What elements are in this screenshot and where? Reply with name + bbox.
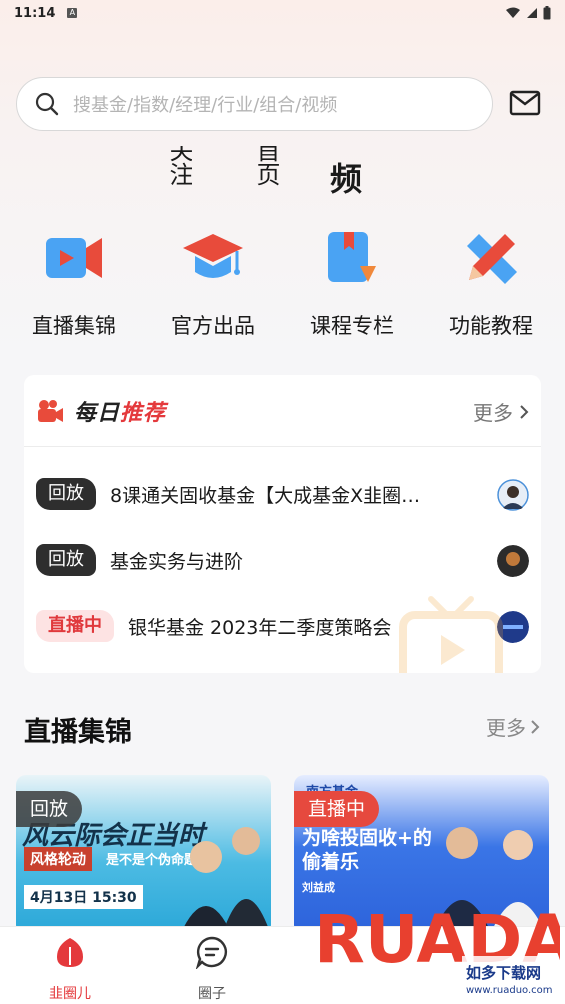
nav-label: 圈子 [198,986,226,1002]
daily-recommend-card: 每日推荐 更多 回放 8课通关固收基金【大成基金X韭圈… 回放 基金实务与进阶 … [24,375,541,673]
daily-item-title: 8课通关固收基金【大成基金X韭圈… [110,484,421,507]
status-bar: 11:14 A [0,0,565,26]
search-icon [35,92,59,116]
search-placeholder: 搜基金/指数/经理/行业/组合/视频 [73,95,338,116]
card-date: 4月13日 15:30 [24,885,143,909]
daily-header: 每日推荐 更多 [24,375,541,447]
quick-entry-live-highlights[interactable]: 直播集锦 [4,222,144,340]
avatar [497,479,529,511]
daily-item-title: 基金实务与进阶 [110,550,244,573]
live-badge: 直播中 [36,610,114,642]
chevron-right-icon [520,404,529,419]
tab-home[interactable]: 首页 [253,146,279,186]
leek-home-icon [57,938,83,967]
replay-badge: 回放 [36,478,96,510]
site-watermark-logo: RUADAD0 如多下载网 www.ruaduo.com [314,901,560,996]
book-icon [328,232,376,282]
ruler-pencil-icon [467,234,517,284]
quick-entry-official[interactable]: 官方出品 [143,222,283,340]
daily-list-item[interactable]: 回放 基金实务与进阶 [36,542,529,578]
quick-entry-grid: 直播集锦 官方出品 课程专栏 功能教程 [0,222,565,342]
svg-text:www.ruaduo.com: www.ruaduo.com [466,985,553,996]
svg-text:如多下载网: 如多下载网 [466,964,541,982]
nav-label: 韭圈儿 [49,986,91,1002]
live-replay-icon [46,238,102,278]
quick-entry-label: 功能教程 [449,314,533,338]
camera-icon [38,399,63,422]
replay-badge: 回放 [16,791,83,827]
daily-more-link[interactable]: 更多 [473,397,529,426]
quick-entry-label: 课程专栏 [310,314,394,338]
quick-entry-label: 直播集锦 [32,314,116,338]
chat-bubble-icon [195,936,227,971]
battery-icon [543,6,551,20]
speakers-image [180,827,271,935]
message-icon[interactable] [509,89,541,117]
daily-list-item[interactable]: 回放 8课通关固收基金【大成基金X韭圈… [36,476,529,512]
section-title: 直播集锦 [24,717,132,748]
status-time: 11:14 [14,5,56,21]
card-headline-2: 偷着乐 [302,851,360,873]
tab-follow[interactable]: 关注 [166,146,192,186]
chevron-right-icon [531,719,540,734]
avatar [497,545,529,577]
signal-icon [527,8,537,18]
section-more-link[interactable]: 更多 [486,712,540,741]
wifi-icon [506,7,520,18]
quick-entry-tutorials[interactable]: 功能教程 [421,222,561,340]
replay-badge: 回放 [36,544,96,576]
quick-entry-courses[interactable]: 课程专栏 [282,222,422,340]
search-input[interactable]: 搜基金/指数/经理/行业/组合/视频 [16,77,493,131]
live-card[interactable]: 风云际会正当时 风格轮动 是不是个伪命题 4月13日 15:30 回放 [16,775,271,935]
quick-entry-label: 官方出品 [171,314,255,338]
nav-home[interactable]: 韭圈儿 [30,935,110,1003]
tab-bar: 关注 首页 [0,140,565,200]
graduation-cap-icon [183,234,243,278]
notification-icon: A [67,8,78,18]
tab-video[interactable]: 频 [330,154,362,200]
daily-title: 每日推荐 [74,400,167,426]
tv-watermark-icon [399,596,503,673]
card-subtitle: 风格轮动 [24,847,92,871]
card-headline: 为啥投固收+的 [302,827,432,849]
nav-circle[interactable]: 圈子 [172,935,252,1003]
live-badge: 直播中 [294,791,380,827]
